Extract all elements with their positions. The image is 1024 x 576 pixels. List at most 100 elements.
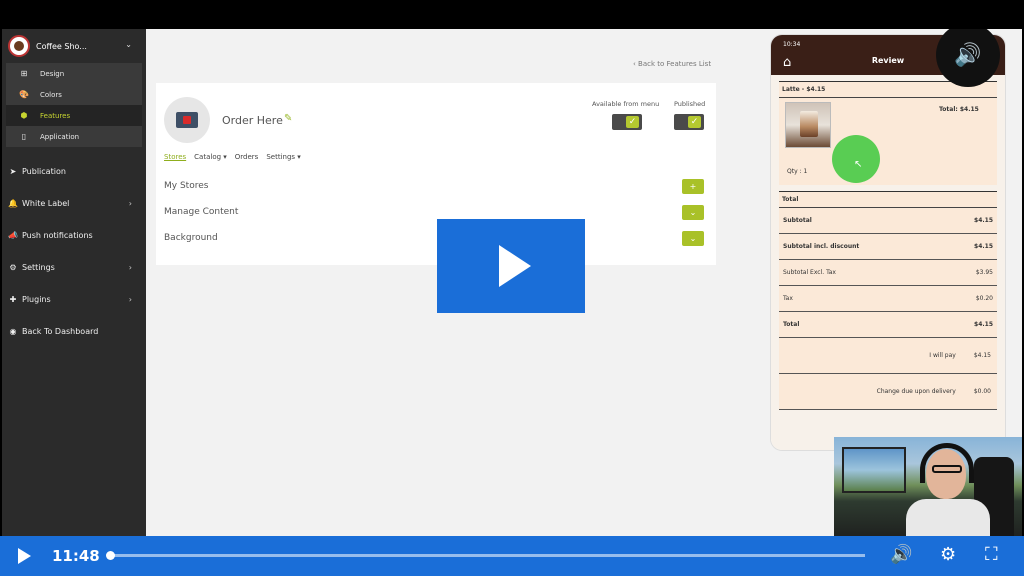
submenu-item-design[interactable]: ⊞ Design xyxy=(6,63,142,84)
bell-icon: 🔔 xyxy=(8,198,18,208)
coffee-logo-icon xyxy=(8,35,30,57)
line-label: Tax xyxy=(783,295,793,302)
nav-label: Settings xyxy=(22,262,55,272)
chevron-right-icon: › xyxy=(128,198,132,208)
check-icon: ✓ xyxy=(626,116,639,128)
expand-manage-content-button[interactable]: ⌄ xyxy=(682,204,704,220)
totals-card: Total Subtotal $4.15 Subtotal incl. disc… xyxy=(779,191,997,410)
tab-catalog[interactable]: Catalog ▾ xyxy=(194,153,227,161)
fullscreen-icon[interactable]: ⛶ xyxy=(985,544,998,565)
phone-body: Latte - $4.15 Total: $4.15 Qty : 1 Total… xyxy=(771,75,1005,450)
dashboard-icon: ◉ xyxy=(9,326,17,336)
line-value: $4.15 xyxy=(974,217,993,224)
change-label: Change due upon delivery xyxy=(876,388,956,395)
nav-item-push-notifications[interactable]: 📣 Push notifications xyxy=(2,219,146,251)
webcam-overlay xyxy=(834,437,1022,544)
line-tax: Tax $0.20 xyxy=(779,286,997,312)
order-item-card: Latte - $4.15 Total: $4.15 Qty : 1 xyxy=(779,81,997,185)
design-icon: ⊞ xyxy=(20,69,28,78)
plugin-icon: ✚ xyxy=(9,294,17,304)
submenu-item-application[interactable]: ▯ Application xyxy=(6,126,142,147)
headset-icon xyxy=(920,443,974,483)
nav-item-plugins[interactable]: ✚ Plugins › xyxy=(2,283,146,315)
play-button[interactable] xyxy=(18,548,31,564)
progress-handle[interactable] xyxy=(106,551,115,560)
current-time: 11:48 xyxy=(52,547,100,565)
submenu-label: Design xyxy=(40,69,65,78)
available-label: Available from menu xyxy=(592,100,660,108)
progress-bar[interactable] xyxy=(106,551,865,560)
palette-icon: 🎨 xyxy=(19,90,29,99)
gear-icon[interactable]: ⚙ xyxy=(940,544,956,565)
line-value: $3.95 xyxy=(975,269,993,276)
video-player: Coffee Sho... ⌄ ⊞ Design 🎨 Colors ⬢ Feat… xyxy=(0,0,1024,576)
video-frame[interactable]: Coffee Sho... ⌄ ⊞ Design 🎨 Colors ⬢ Feat… xyxy=(2,29,1022,544)
nav-item-settings[interactable]: ⚙ Settings › xyxy=(2,251,146,283)
cursor-icon: ↖ xyxy=(854,159,863,170)
line-subtotal-discount: Subtotal incl. discount $4.15 xyxy=(779,234,997,260)
row-my-stores[interactable]: My Stores + xyxy=(164,175,704,197)
row-label: Background xyxy=(164,233,218,243)
chevron-right-icon: › xyxy=(128,262,132,272)
chevron-left-icon: ‹ xyxy=(633,60,636,68)
pay-value: $4.15 xyxy=(973,352,991,359)
line-label: Subtotal Excl. Tax xyxy=(783,269,836,276)
submenu-label: Application xyxy=(40,132,80,141)
latte-image xyxy=(785,102,831,148)
row-label: Manage Content xyxy=(164,207,239,217)
row-manage-content[interactable]: Manage Content ⌄ xyxy=(164,201,704,223)
player-controls: 11:48 🔊 ⚙ ⛶ xyxy=(0,536,1024,576)
nav-item-back-to-dashboard[interactable]: ◉ Back To Dashboard xyxy=(2,315,146,347)
sidebar: Coffee Sho... ⌄ ⊞ Design 🎨 Colors ⬢ Feat… xyxy=(2,29,146,544)
add-store-button[interactable]: + xyxy=(682,178,704,194)
nav-item-publication[interactable]: ➤ Publication xyxy=(2,155,146,187)
gear-icon: ⚙ xyxy=(9,262,17,272)
check-icon: ✓ xyxy=(688,116,701,128)
pay-line: I will pay $4.15 xyxy=(779,338,997,374)
brand[interactable]: Coffee Sho... ⌄ xyxy=(2,29,146,63)
back-to-features-link[interactable]: ‹ Back to Features List xyxy=(633,60,711,68)
nav-label: Push notifications xyxy=(22,230,93,240)
total-section-title: Total xyxy=(779,192,997,208)
megaphone-icon: 📣 xyxy=(8,230,18,240)
phone-time: 10:34 xyxy=(783,41,801,48)
phone-preview: 10:34 ⌂ Review Latte - $4.15 Total: $4.1… xyxy=(770,34,1006,451)
feature-title: Order Here xyxy=(222,114,283,127)
back-link-label: Back to Features List xyxy=(638,60,712,68)
nav-label: Publication xyxy=(22,166,66,176)
tab-settings[interactable]: Settings ▾ xyxy=(266,153,300,161)
item-total: Total: $4.15 xyxy=(939,106,979,113)
line-label: Subtotal xyxy=(783,217,812,224)
item-qty: Qty : 1 xyxy=(787,168,808,175)
row-label: My Stores xyxy=(164,181,209,191)
chevron-right-icon: › xyxy=(128,294,132,304)
published-toggle[interactable]: ✓ xyxy=(674,114,704,130)
volume-icon[interactable]: 🔊 xyxy=(890,544,912,565)
submenu-label: Colors xyxy=(40,90,62,99)
tab-orders[interactable]: Orders xyxy=(235,153,259,161)
nav-item-white-label[interactable]: 🔔 White Label › xyxy=(2,187,146,219)
line-label: Subtotal incl. discount xyxy=(783,243,860,250)
play-icon xyxy=(499,245,531,287)
line-total: Total $4.15 xyxy=(779,312,997,338)
submenu-item-features[interactable]: ⬢ Features xyxy=(6,105,142,126)
available-toggle[interactable]: ✓ xyxy=(612,114,642,130)
submenu-item-colors[interactable]: 🎨 Colors xyxy=(6,84,142,105)
order-feature-icon[interactable] xyxy=(164,97,210,143)
mobile-icon: ▯ xyxy=(21,132,27,141)
expand-background-button[interactable]: ⌄ xyxy=(682,230,704,246)
line-subtotal: Subtotal $4.15 xyxy=(779,208,997,234)
change-line: Change due upon delivery $0.00 xyxy=(779,374,997,410)
change-value: $0.00 xyxy=(973,388,991,395)
line-value: $4.15 xyxy=(974,321,993,328)
send-icon: ➤ xyxy=(9,166,17,176)
tab-stores[interactable]: Stores xyxy=(164,153,186,161)
big-play-button[interactable] xyxy=(437,219,585,313)
published-label: Published xyxy=(674,100,706,108)
feature-card: Order Here ✎ Available from menu Publish… xyxy=(156,83,716,265)
row-background[interactable]: Background ⌄ xyxy=(164,227,704,249)
pencil-icon[interactable]: ✎ xyxy=(284,113,292,124)
chevron-down-icon: ⌄ xyxy=(125,40,132,49)
line-label: Total xyxy=(783,321,800,328)
submenu: ⊞ Design 🎨 Colors ⬢ Features ▯ Applicati… xyxy=(6,63,142,147)
